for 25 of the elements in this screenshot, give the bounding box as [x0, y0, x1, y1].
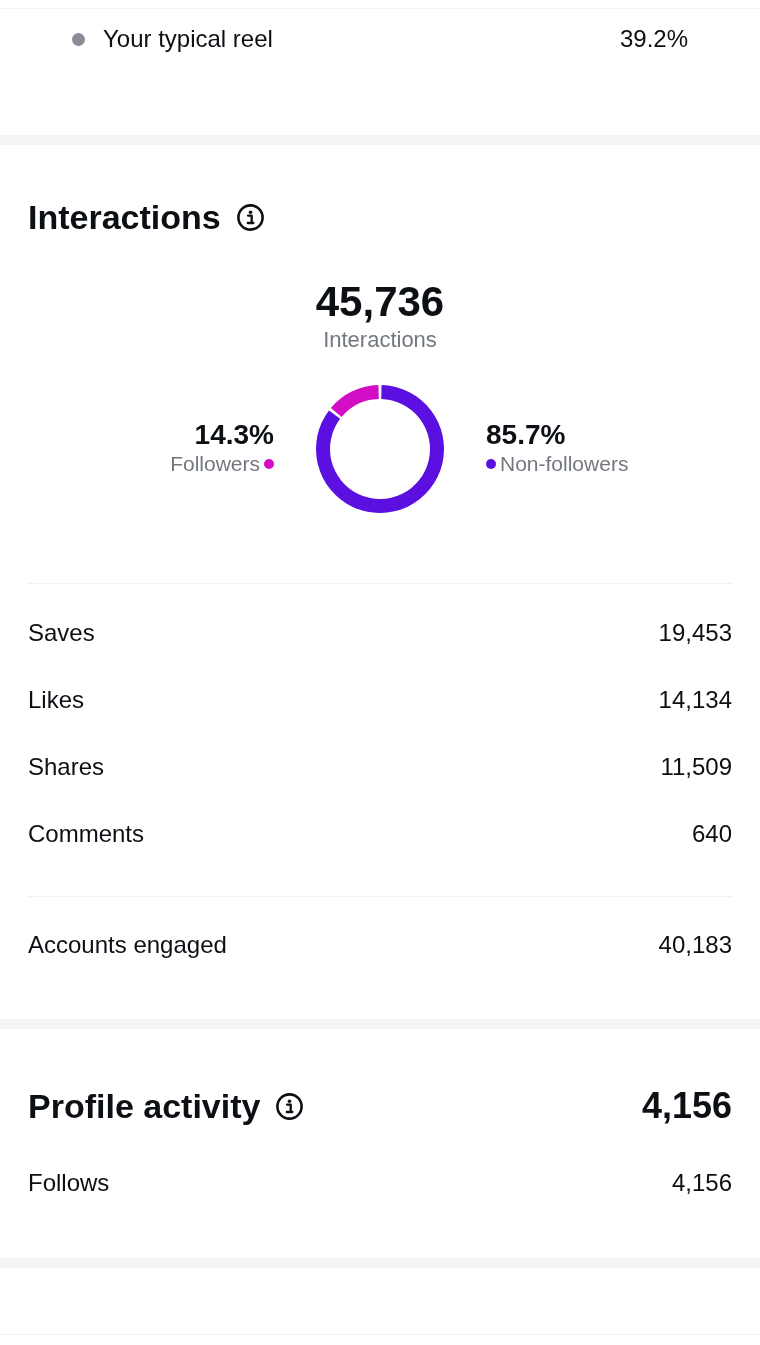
metric-label: Shares [28, 751, 105, 782]
info-icon[interactable] [236, 203, 264, 231]
total-count: 45,736 [315, 278, 445, 326]
metric-label: Follows [28, 1167, 110, 1198]
metric-value: 19,453 [658, 617, 732, 648]
total-label: Interactions [323, 326, 437, 354]
metric-value: 14,134 [658, 684, 732, 715]
metric-label: Saves [28, 617, 95, 648]
metric-label: Comments [28, 818, 145, 849]
legend-percent: 14.3% [194, 419, 274, 451]
metric-value: 40,183 [658, 929, 732, 960]
metric-label: Likes [28, 684, 85, 715]
metric-value: 4,156 [671, 1167, 732, 1198]
info-icon[interactable] [276, 1092, 304, 1120]
metric-value: 11,509 [660, 751, 732, 782]
legend-label: Your typical reel [103, 24, 273, 54]
metric-label: Accounts engaged [28, 929, 227, 960]
section-total: 4,156 [641, 1084, 732, 1128]
legend-percent: 85.7% [486, 419, 566, 451]
legend-label: Followers [170, 451, 260, 477]
legend-value: 39.2% [619, 24, 688, 54]
metric-value: 640 [691, 818, 732, 849]
section-title: Profile activity [28, 1086, 261, 1127]
section-title: Interactions [28, 197, 221, 238]
legend-label: Non-followers [500, 451, 629, 477]
